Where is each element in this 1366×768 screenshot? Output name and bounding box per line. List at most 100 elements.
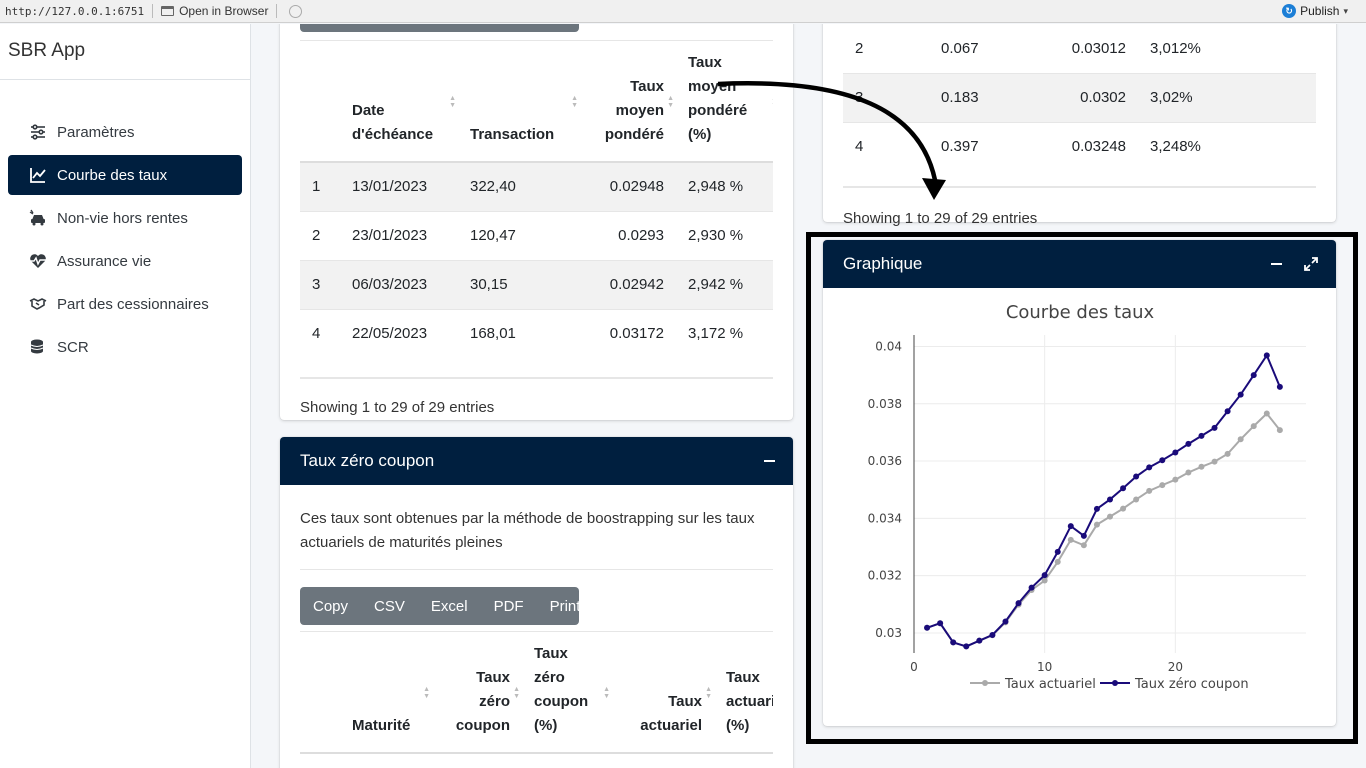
sort-icon: ▲▼ [705, 686, 712, 700]
line-chart-icon [28, 165, 48, 185]
col-header-transaction[interactable]: Transaction ▲ ▼ [458, 50, 580, 162]
open-in-browser-button[interactable]: Open in Browser [161, 4, 268, 18]
table-row[interactable]: 2 23/01/2023 120,47 0.0293 2,930 % [300, 210, 773, 260]
sort-icon: ▲▼ [571, 95, 578, 109]
data-point [1250, 423, 1257, 430]
data-point [1133, 496, 1140, 503]
data-point [1080, 532, 1087, 539]
cell: 120,47 [458, 210, 580, 260]
table-info: Showing 1 to 29 of 29 entries [843, 210, 1038, 227]
graph-card-header: Graphique [823, 240, 1336, 288]
car-crash-icon [28, 208, 48, 228]
cell: 23/01/2023 [340, 210, 458, 260]
y-tick-label: 0.03 [875, 626, 902, 640]
col-header-maturite[interactable]: Maturité ▲ ▼ [340, 641, 432, 753]
rate-curve-chart[interactable]: Courbe des taux 0.03 0.032 0.034 0.036 0.038 0… [823, 290, 1336, 720]
cell: 2,930 % [676, 210, 773, 260]
print-button[interactable]: Print [537, 587, 594, 625]
table-row[interactable]: 1 13/01/2023 322,40 0.02948 2,948 % [300, 161, 773, 211]
col-header-taux-moyen[interactable]: Taux moyen pondéré ▲ ▼ [580, 50, 676, 162]
data-point [1133, 473, 1140, 480]
data-point [1015, 600, 1022, 607]
table-row[interactable]: 4 22/05/2023 168,01 0.03172 3,172 % [300, 308, 773, 358]
sort-icon: ▲▼ [449, 95, 456, 109]
url-text[interactable]: http://127.0.0.1:6751 [5, 5, 144, 18]
refresh-icon[interactable] [289, 4, 303, 18]
col-header-taux-moyen-pct[interactable]: Taux moyen pondéré (%) ▲▼ [676, 50, 773, 162]
pdf-button[interactable]: PDF [481, 587, 537, 625]
y-tick-label: 0.032 [868, 569, 902, 583]
col-header-taux-zero-coupon-pct[interactable]: Taux zéro coupon (%) ▲ ▼ [522, 641, 612, 753]
data-point [1185, 469, 1192, 476]
col-header-taux-actuariel-pct[interactable]: Taux actuariel (%) [714, 641, 773, 753]
transactions-table: Date d'échéance ▲ ▼ Transaction ▲ ▼ Taux moy… [300, 50, 773, 358]
sidebar-item-label: Non-vie hors rentes [57, 209, 188, 227]
sidebar-item-non-vie[interactable]: Non-vie hors rentes [8, 198, 242, 238]
excel-button[interactable]: Excel [418, 587, 481, 625]
sidebar-item-part-des-cessionnaires[interactable]: Part des cessionnaires [8, 284, 242, 324]
col-header-taux-actuariel[interactable]: Taux actuariel ▲ ▼ [612, 641, 714, 753]
col-header-label: Taux actuariel (%) [726, 669, 773, 734]
data-point [1172, 449, 1179, 456]
data-point [1120, 485, 1127, 492]
series-line [926, 412, 1281, 648]
sidebar-item-parametres[interactable]: Paramètres [8, 112, 242, 152]
cell: 0.397 [929, 121, 1017, 171]
sort-icon: ▲▼ [667, 95, 674, 109]
col-header-taux-zero-coupon[interactable]: Taux zéro coupon ▲ ▼ [432, 641, 522, 753]
sidebar-item-label: SCR [57, 338, 89, 356]
zero-coupon-table-wrapper: Maturité ▲ ▼ Taux zéro coupon ▲ ▼ Taux zéro … [300, 641, 773, 754]
app-brand[interactable]: SBR App [0, 24, 250, 80]
sidebar-item-assurance-vie[interactable]: Assurance vie [8, 241, 242, 281]
data-point [950, 639, 957, 646]
cell: 322,40 [458, 161, 580, 211]
sidebar-item-courbe-des-taux[interactable]: Courbe des taux [8, 155, 242, 195]
data-point [1002, 618, 1009, 625]
table-row[interactable]: 3 06/03/2023 30,15 0.02942 2,942 % [300, 259, 773, 309]
y-tick-label: 0.036 [868, 454, 902, 468]
csv-button[interactable]: CSV [361, 587, 418, 625]
data-point [1211, 458, 1218, 465]
table-row[interactable]: 2 0.067 0.03012 3,012% [843, 24, 1316, 73]
x-tick-label: 10 [1037, 660, 1052, 674]
transactions-card: Date d'échéance ▲ ▼ Transaction ▲ ▼ Taux moy… [280, 24, 793, 420]
cell: 2,948 % [676, 161, 773, 211]
table-row[interactable]: 3 0.183 0.0302 3,02% [843, 72, 1316, 122]
table-row[interactable]: 4 0.397 0.03248 3,248% [843, 121, 1316, 171]
right-table: 2 0.067 0.03012 3,012% 3 0.183 0.0302 3,… [843, 24, 1316, 171]
data-point [1107, 496, 1113, 503]
publish-button[interactable]: ↻ Publish ▾ [1282, 4, 1348, 18]
zero-coupon-card: Taux zéro coupon Ces taux sont obtenues … [280, 437, 793, 768]
sidebar-item-scr[interactable]: SCR [8, 327, 242, 367]
col-header-date[interactable]: Date d'échéance ▲ ▼ [340, 50, 458, 162]
publish-icon: ↻ [1282, 4, 1297, 18]
collapse-icon[interactable] [1271, 263, 1282, 265]
x-tick-label: 0 [910, 660, 918, 674]
data-point [1198, 432, 1205, 439]
graph-card: Graphique Courbe des taux 0.03 0.032 0.034 0… [823, 240, 1336, 726]
data-point [1093, 505, 1100, 512]
data-point [963, 643, 970, 650]
col-header-label: Taux moyen pondéré [604, 78, 664, 143]
cell: 3 [300, 259, 340, 309]
expand-icon[interactable] [1304, 257, 1318, 271]
data-point [1250, 372, 1257, 379]
sidebar-item-label: Part des cessionnaires [57, 295, 209, 313]
cell: 0.0302 [1017, 72, 1138, 122]
col-header-label: Date d'échéance [352, 102, 434, 143]
right-table-wrapper: 2 0.067 0.03012 3,012% 3 0.183 0.0302 3,… [843, 24, 1316, 171]
copy-button[interactable]: Copy [300, 587, 361, 625]
toolbar-divider [152, 4, 154, 18]
sort-icon: ▲▼ [513, 686, 520, 700]
cell: 30,15 [458, 259, 580, 309]
table-bottom-border [843, 186, 1316, 188]
data-point [1067, 536, 1074, 543]
y-tick-label: 0.038 [868, 397, 902, 411]
data-point [1107, 513, 1113, 520]
col-header-index[interactable] [300, 50, 340, 162]
card-description: Ces taux sont obtenues par la méthode de… [300, 510, 755, 551]
collapse-icon[interactable] [764, 460, 775, 462]
data-point [1054, 548, 1061, 555]
cell: 13/01/2023 [340, 161, 458, 211]
data-point [1146, 464, 1153, 471]
